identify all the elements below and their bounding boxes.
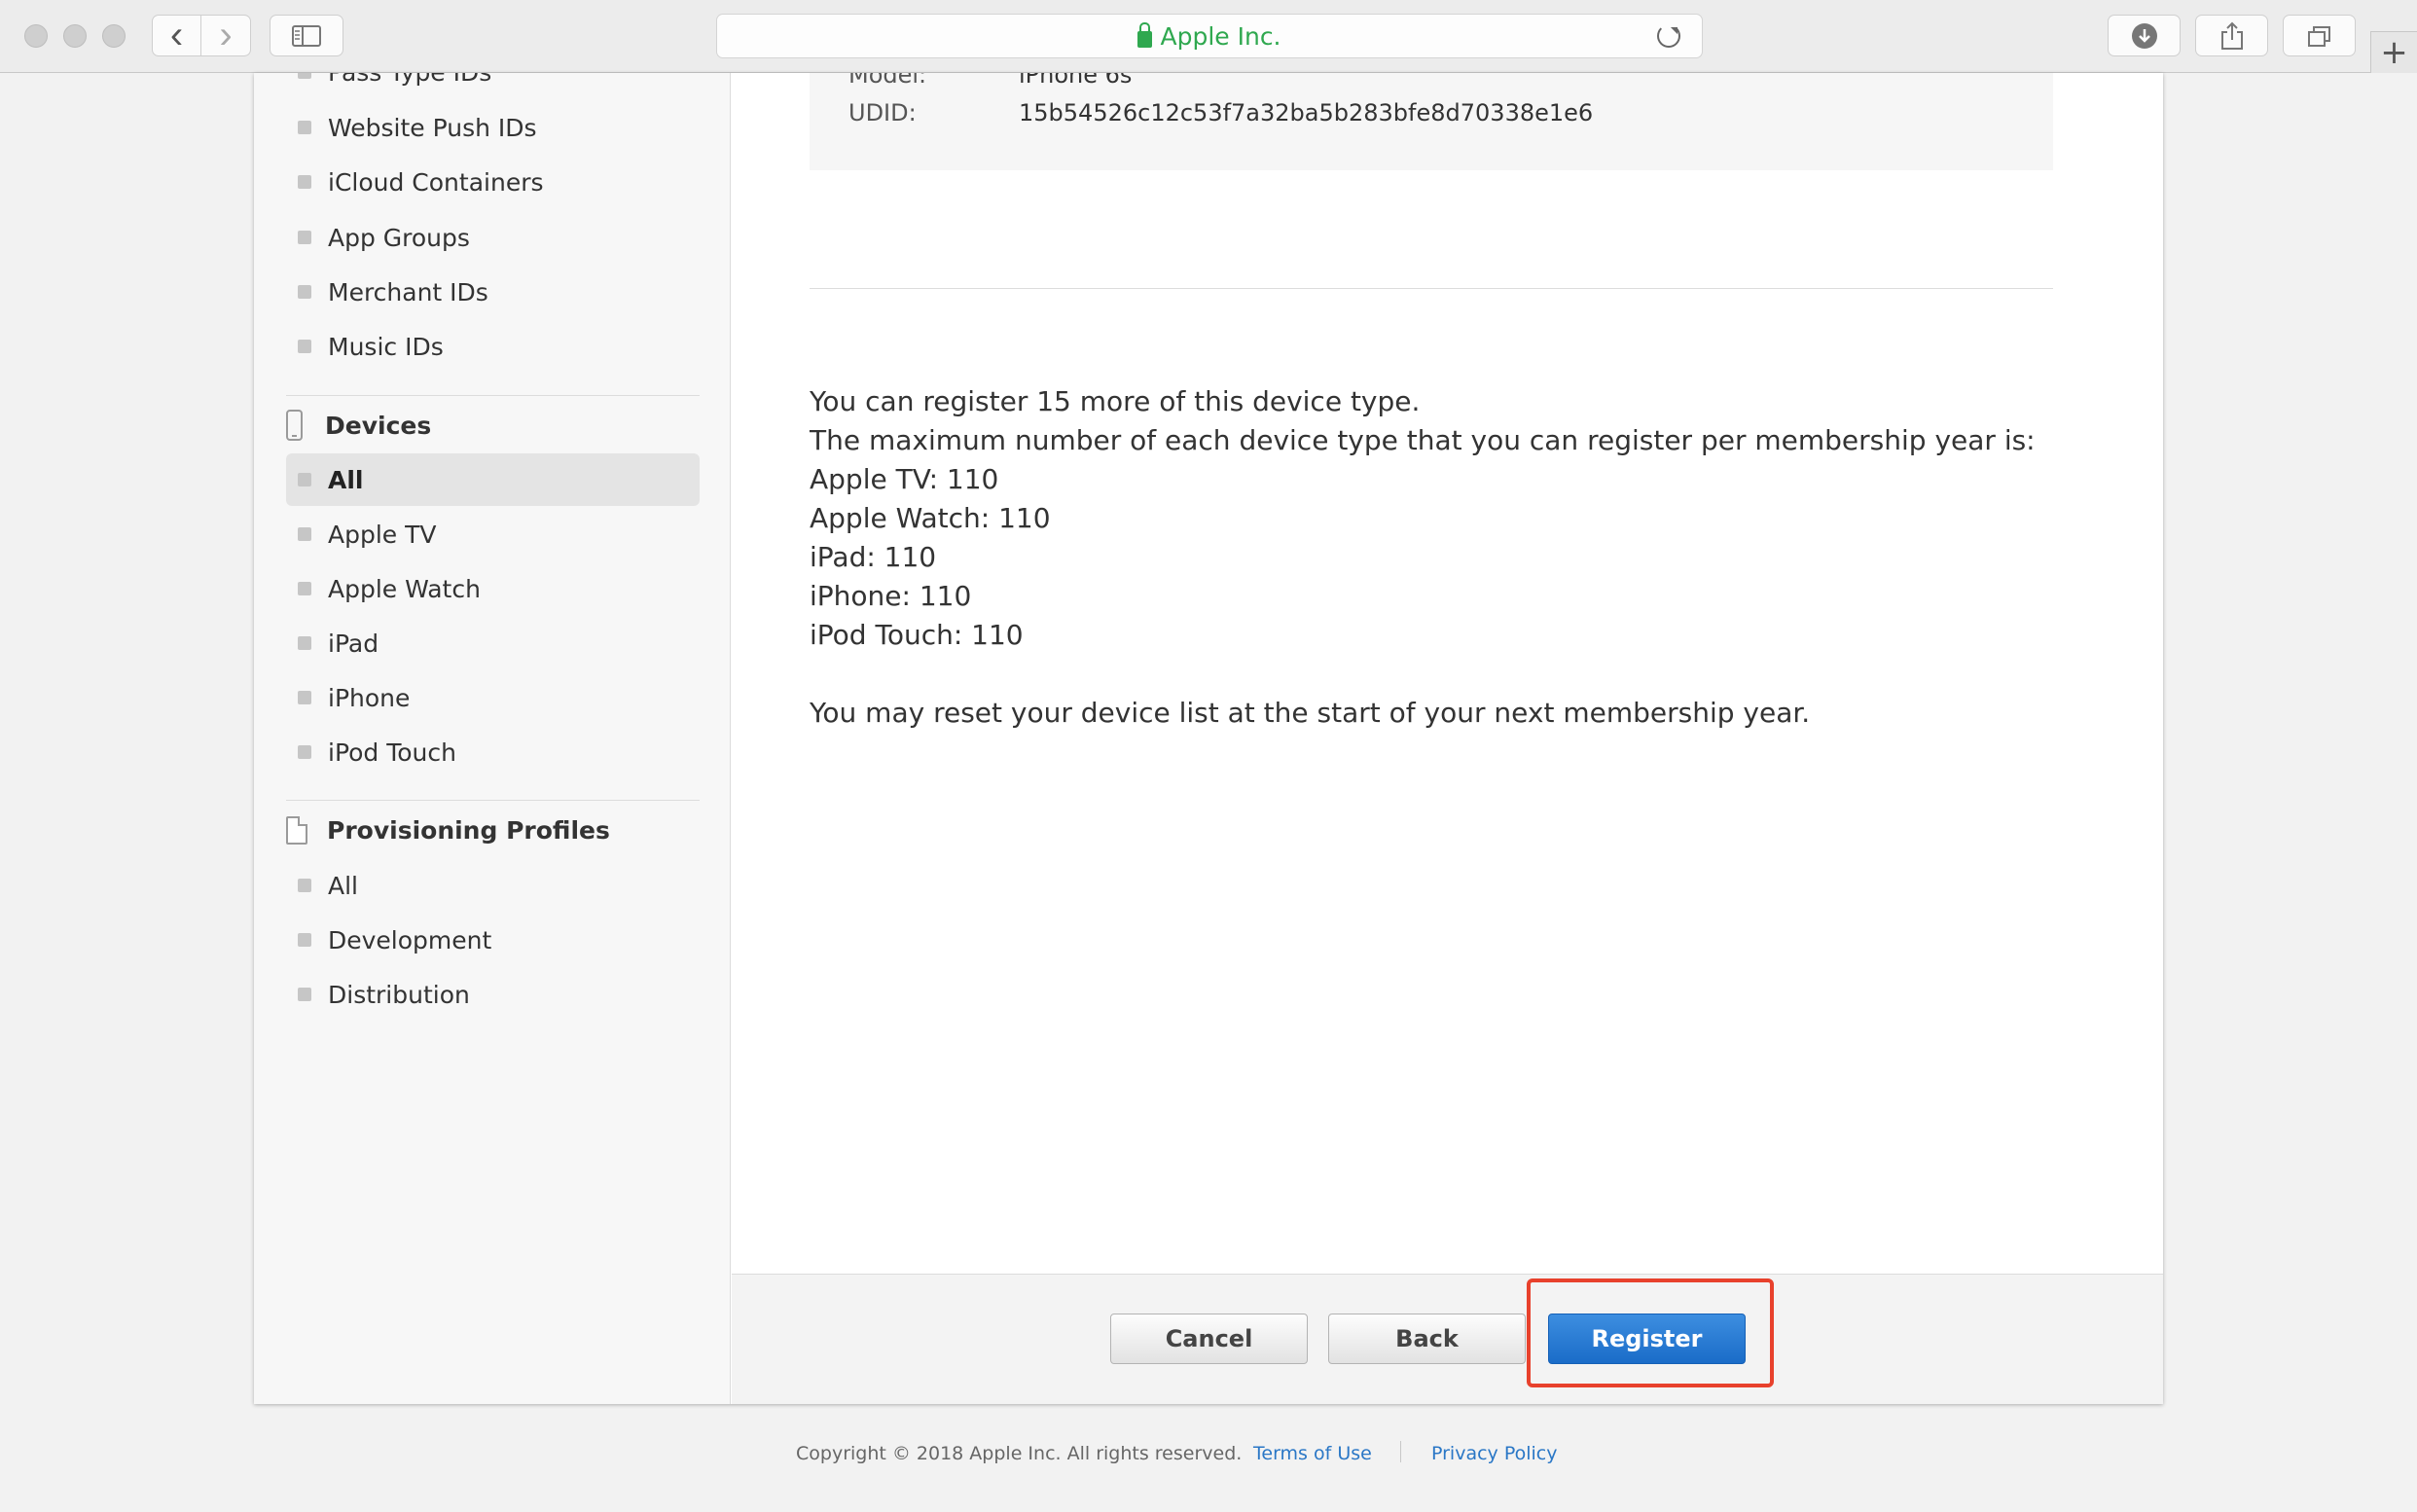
terms-of-use-link[interactable]: Terms of Use bbox=[1253, 1443, 1372, 1464]
lock-icon bbox=[1137, 21, 1153, 48]
bullet-icon bbox=[298, 340, 311, 353]
back-button[interactable]: Back bbox=[1328, 1314, 1526, 1364]
sidebar-item-label: Apple Watch bbox=[328, 574, 481, 603]
iphone-icon bbox=[286, 410, 303, 441]
download-icon bbox=[2131, 22, 2157, 49]
sidebar-item-devices-all[interactable]: All bbox=[286, 453, 700, 506]
sidebar: Pass Type IDs Website Push IDs iCloud Co… bbox=[254, 73, 731, 1404]
sidebar-item-label: Development bbox=[328, 925, 492, 954]
share-icon bbox=[2220, 21, 2243, 50]
reset-note-text: You may reset your device list at the st… bbox=[810, 697, 1811, 729]
tabs-overview-button[interactable] bbox=[2283, 15, 2356, 56]
bullet-icon bbox=[298, 745, 311, 759]
bullet-icon bbox=[298, 175, 311, 189]
bullet-icon bbox=[298, 636, 311, 650]
sidebar-item-apple-tv[interactable]: Apple TV bbox=[286, 508, 700, 560]
sidebar-icon bbox=[292, 24, 321, 47]
back-nav-button[interactable]: ‹ bbox=[152, 14, 201, 56]
udid-label: UDID: bbox=[848, 99, 917, 126]
sidebar-item-icloud-containers[interactable]: iCloud Containers bbox=[286, 156, 700, 208]
sidebar-heading-label: Devices bbox=[325, 411, 432, 440]
sidebar-item-label: Apple TV bbox=[328, 520, 437, 549]
document-icon bbox=[286, 815, 307, 845]
register-highlight-box bbox=[1527, 1278, 1774, 1387]
sidebar-item-label: Merchant IDs bbox=[328, 277, 488, 306]
sidebar-item-apple-watch[interactable]: Apple Watch bbox=[286, 562, 700, 615]
sidebar-heading-provisioning-profiles[interactable]: Provisioning Profiles bbox=[286, 810, 610, 849]
device-info-box: Model: iPhone 6s UDID: 15b54526c12c53f7a… bbox=[810, 73, 2053, 170]
sidebar-toggle-button[interactable] bbox=[270, 15, 343, 56]
limit-ipad: iPad: 110 bbox=[810, 541, 937, 573]
sidebar-item-profiles-all[interactable]: All bbox=[286, 859, 700, 912]
share-button[interactable] bbox=[2195, 15, 2268, 56]
bullet-icon bbox=[298, 285, 311, 299]
sidebar-item-label: iPhone bbox=[328, 683, 411, 712]
cancel-button[interactable]: Cancel bbox=[1110, 1314, 1308, 1364]
sidebar-divider bbox=[286, 395, 700, 396]
sidebar-item-ipad[interactable]: iPad bbox=[286, 617, 700, 669]
minimize-window-button[interactable] bbox=[63, 24, 87, 48]
sidebar-item-merchant-ids[interactable]: Merchant IDs bbox=[286, 266, 700, 318]
limit-ipod-touch: iPod Touch: 110 bbox=[810, 619, 1024, 651]
bullet-icon bbox=[298, 988, 311, 1001]
sidebar-item-label: App Groups bbox=[328, 223, 470, 252]
footer-divider bbox=[1400, 1441, 1401, 1462]
sidebar-heading-label: Provisioning Profiles bbox=[327, 815, 610, 845]
sidebar-item-label: Pass Type IDs bbox=[328, 73, 491, 87]
page-container: Pass Type IDs Website Push IDs iCloud Co… bbox=[254, 73, 2163, 1404]
address-text: Apple Inc. bbox=[1160, 21, 1281, 51]
max-devices-text: The maximum number of each device type t… bbox=[810, 424, 2036, 456]
downloads-button[interactable] bbox=[2108, 15, 2181, 56]
bullet-icon bbox=[298, 121, 311, 134]
browser-toolbar: ‹ › Apple Inc. bbox=[0, 0, 2417, 73]
sidebar-item-distribution[interactable]: Distribution bbox=[286, 968, 700, 1021]
privacy-policy-link[interactable]: Privacy Policy bbox=[1431, 1443, 1557, 1464]
model-label: Model: bbox=[848, 73, 927, 89]
udid-value: 15b54526c12c53f7a32ba5b283bfe8d70338e1e6 bbox=[1019, 99, 1594, 126]
sidebar-item-label: iCloud Containers bbox=[328, 167, 544, 197]
bullet-icon bbox=[298, 879, 311, 892]
sidebar-item-label: iPod Touch bbox=[328, 738, 456, 767]
sidebar-item-iphone[interactable]: iPhone bbox=[286, 671, 700, 724]
chevron-left-icon: ‹ bbox=[169, 14, 184, 56]
sidebar-item-label: Music IDs bbox=[328, 332, 444, 361]
sidebar-divider bbox=[286, 800, 700, 801]
bullet-icon bbox=[298, 933, 311, 947]
chevron-right-icon: › bbox=[219, 14, 233, 56]
reload-icon[interactable] bbox=[1657, 24, 1680, 48]
sidebar-item-label: All bbox=[328, 871, 358, 900]
sidebar-item-pass-type-ids[interactable]: Pass Type IDs bbox=[286, 73, 700, 98]
limit-apple-tv: Apple TV: 110 bbox=[810, 463, 999, 495]
new-tab-button[interactable]: + bbox=[2370, 31, 2417, 73]
sidebar-item-label: iPad bbox=[328, 629, 379, 658]
content-divider bbox=[810, 288, 2053, 289]
sidebar-item-label: Distribution bbox=[328, 980, 470, 1009]
close-window-button[interactable] bbox=[24, 24, 48, 48]
sidebar-item-music-ids[interactable]: Music IDs bbox=[286, 320, 700, 373]
sidebar-item-website-push-ids[interactable]: Website Push IDs bbox=[286, 101, 700, 154]
bullet-icon bbox=[298, 527, 311, 541]
copyright-text: Copyright © 2018 Apple Inc. All rights r… bbox=[796, 1443, 1243, 1464]
sidebar-item-label: Website Push IDs bbox=[328, 113, 537, 142]
remaining-registrations-text: You can register 15 more of this device … bbox=[810, 385, 1421, 417]
sidebar-item-label: All bbox=[328, 465, 364, 494]
tabs-icon bbox=[2307, 25, 2330, 47]
bullet-icon bbox=[298, 691, 311, 704]
forward-nav-button[interactable]: › bbox=[200, 14, 251, 56]
sidebar-item-ipod-touch[interactable]: iPod Touch bbox=[286, 726, 700, 778]
bullet-icon bbox=[298, 473, 311, 486]
sidebar-item-development[interactable]: Development bbox=[286, 914, 700, 966]
limit-apple-watch: Apple Watch: 110 bbox=[810, 502, 1051, 534]
bullet-icon bbox=[298, 231, 311, 244]
plus-icon: + bbox=[2380, 33, 2408, 72]
sidebar-heading-devices[interactable]: Devices bbox=[286, 406, 431, 445]
limit-iphone: iPhone: 110 bbox=[810, 580, 972, 612]
bullet-icon bbox=[298, 73, 311, 79]
model-value: iPhone 6s bbox=[1019, 73, 1133, 89]
sidebar-item-app-groups[interactable]: App Groups bbox=[286, 211, 700, 264]
zoom-window-button[interactable] bbox=[102, 24, 126, 48]
address-bar[interactable]: Apple Inc. bbox=[716, 14, 1703, 58]
bullet-icon bbox=[298, 582, 311, 595]
